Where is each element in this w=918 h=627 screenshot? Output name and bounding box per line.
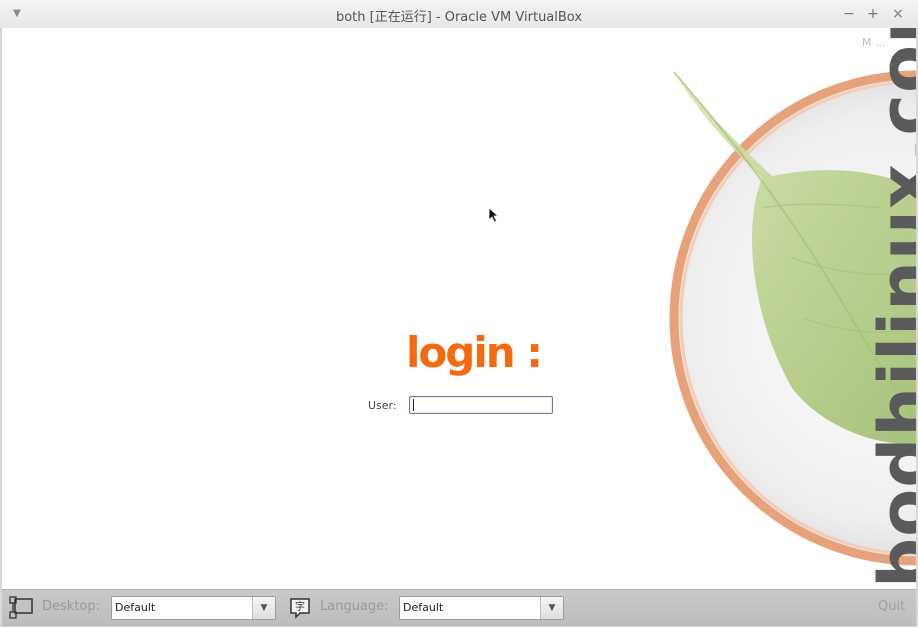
mouse-pointer-icon [489,208,500,223]
text-caret [413,399,414,411]
svg-text:字: 字 [295,600,305,613]
maximize-button[interactable]: + [864,5,882,23]
user-input[interactable] [409,396,553,414]
quit-button[interactable]: Quit [878,599,905,614]
minimize-button[interactable]: − [840,5,858,23]
desktop-select[interactable]: Default ▼ [111,596,276,620]
desktop-label: Desktop: [42,599,100,614]
window-title: both [正在运行] - Oracle VM VirtualBox [335,10,583,25]
chevron-down-icon[interactable]: ▼ [252,597,275,619]
vm-screen[interactable]: bodhilinux.com M ... login : User: [2,28,916,589]
language-select[interactable]: Default ▼ [399,596,564,620]
bodhi-leaf-artwork [669,70,916,566]
language-label: Language: [320,599,389,614]
desktop-select-value: Default [115,601,156,614]
close-button[interactable]: × [889,5,907,23]
user-label: User: [368,399,397,412]
language-icon[interactable]: 字 [288,596,314,620]
login-title: login : [406,328,543,377]
bodhilinux-watermark: bodhilinux.com [864,28,916,588]
session-bar: Desktop: Default ▼ 字 Language: Default ▼… [2,589,916,626]
language-select-value: Default [403,601,444,614]
desktop-session-icon[interactable] [8,596,34,620]
window-titlebar: ▼ both [正在运行] - Oracle VM VirtualBox − +… [0,0,918,29]
chevron-down-icon[interactable]: ▼ [540,597,563,619]
corner-text: M ... [862,36,886,49]
